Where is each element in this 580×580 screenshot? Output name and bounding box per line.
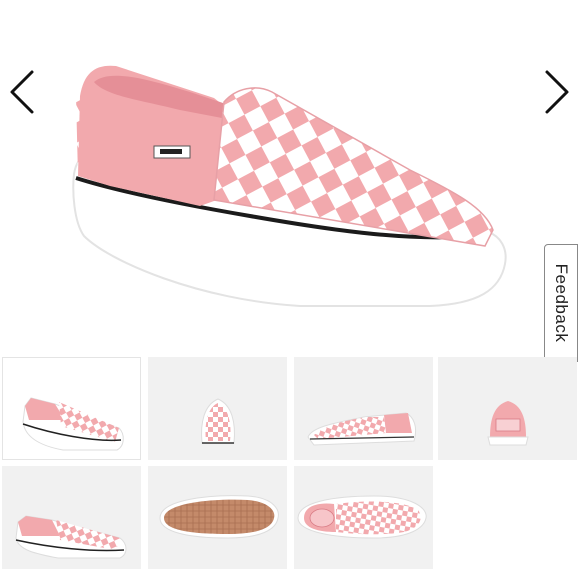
previous-image-button[interactable] <box>2 68 42 116</box>
chevron-left-icon <box>10 70 34 114</box>
thumbnail-inner-side-view[interactable] <box>294 357 433 460</box>
thumbnail-back-view[interactable] <box>438 357 577 460</box>
feedback-tab[interactable]: Feedback <box>544 244 578 362</box>
feedback-label: Feedback <box>552 263 571 343</box>
thumbnail-top-view[interactable] <box>294 466 433 569</box>
thumbnail-front-view[interactable] <box>148 357 287 460</box>
thumbnail-outsole-view[interactable] <box>148 466 287 569</box>
thumbnail-side-view[interactable] <box>2 357 141 460</box>
main-product-image <box>0 0 580 350</box>
next-image-button[interactable] <box>537 68 577 116</box>
thumbnail-outer-side-view[interactable] <box>2 466 141 569</box>
chevron-right-icon <box>545 70 569 114</box>
